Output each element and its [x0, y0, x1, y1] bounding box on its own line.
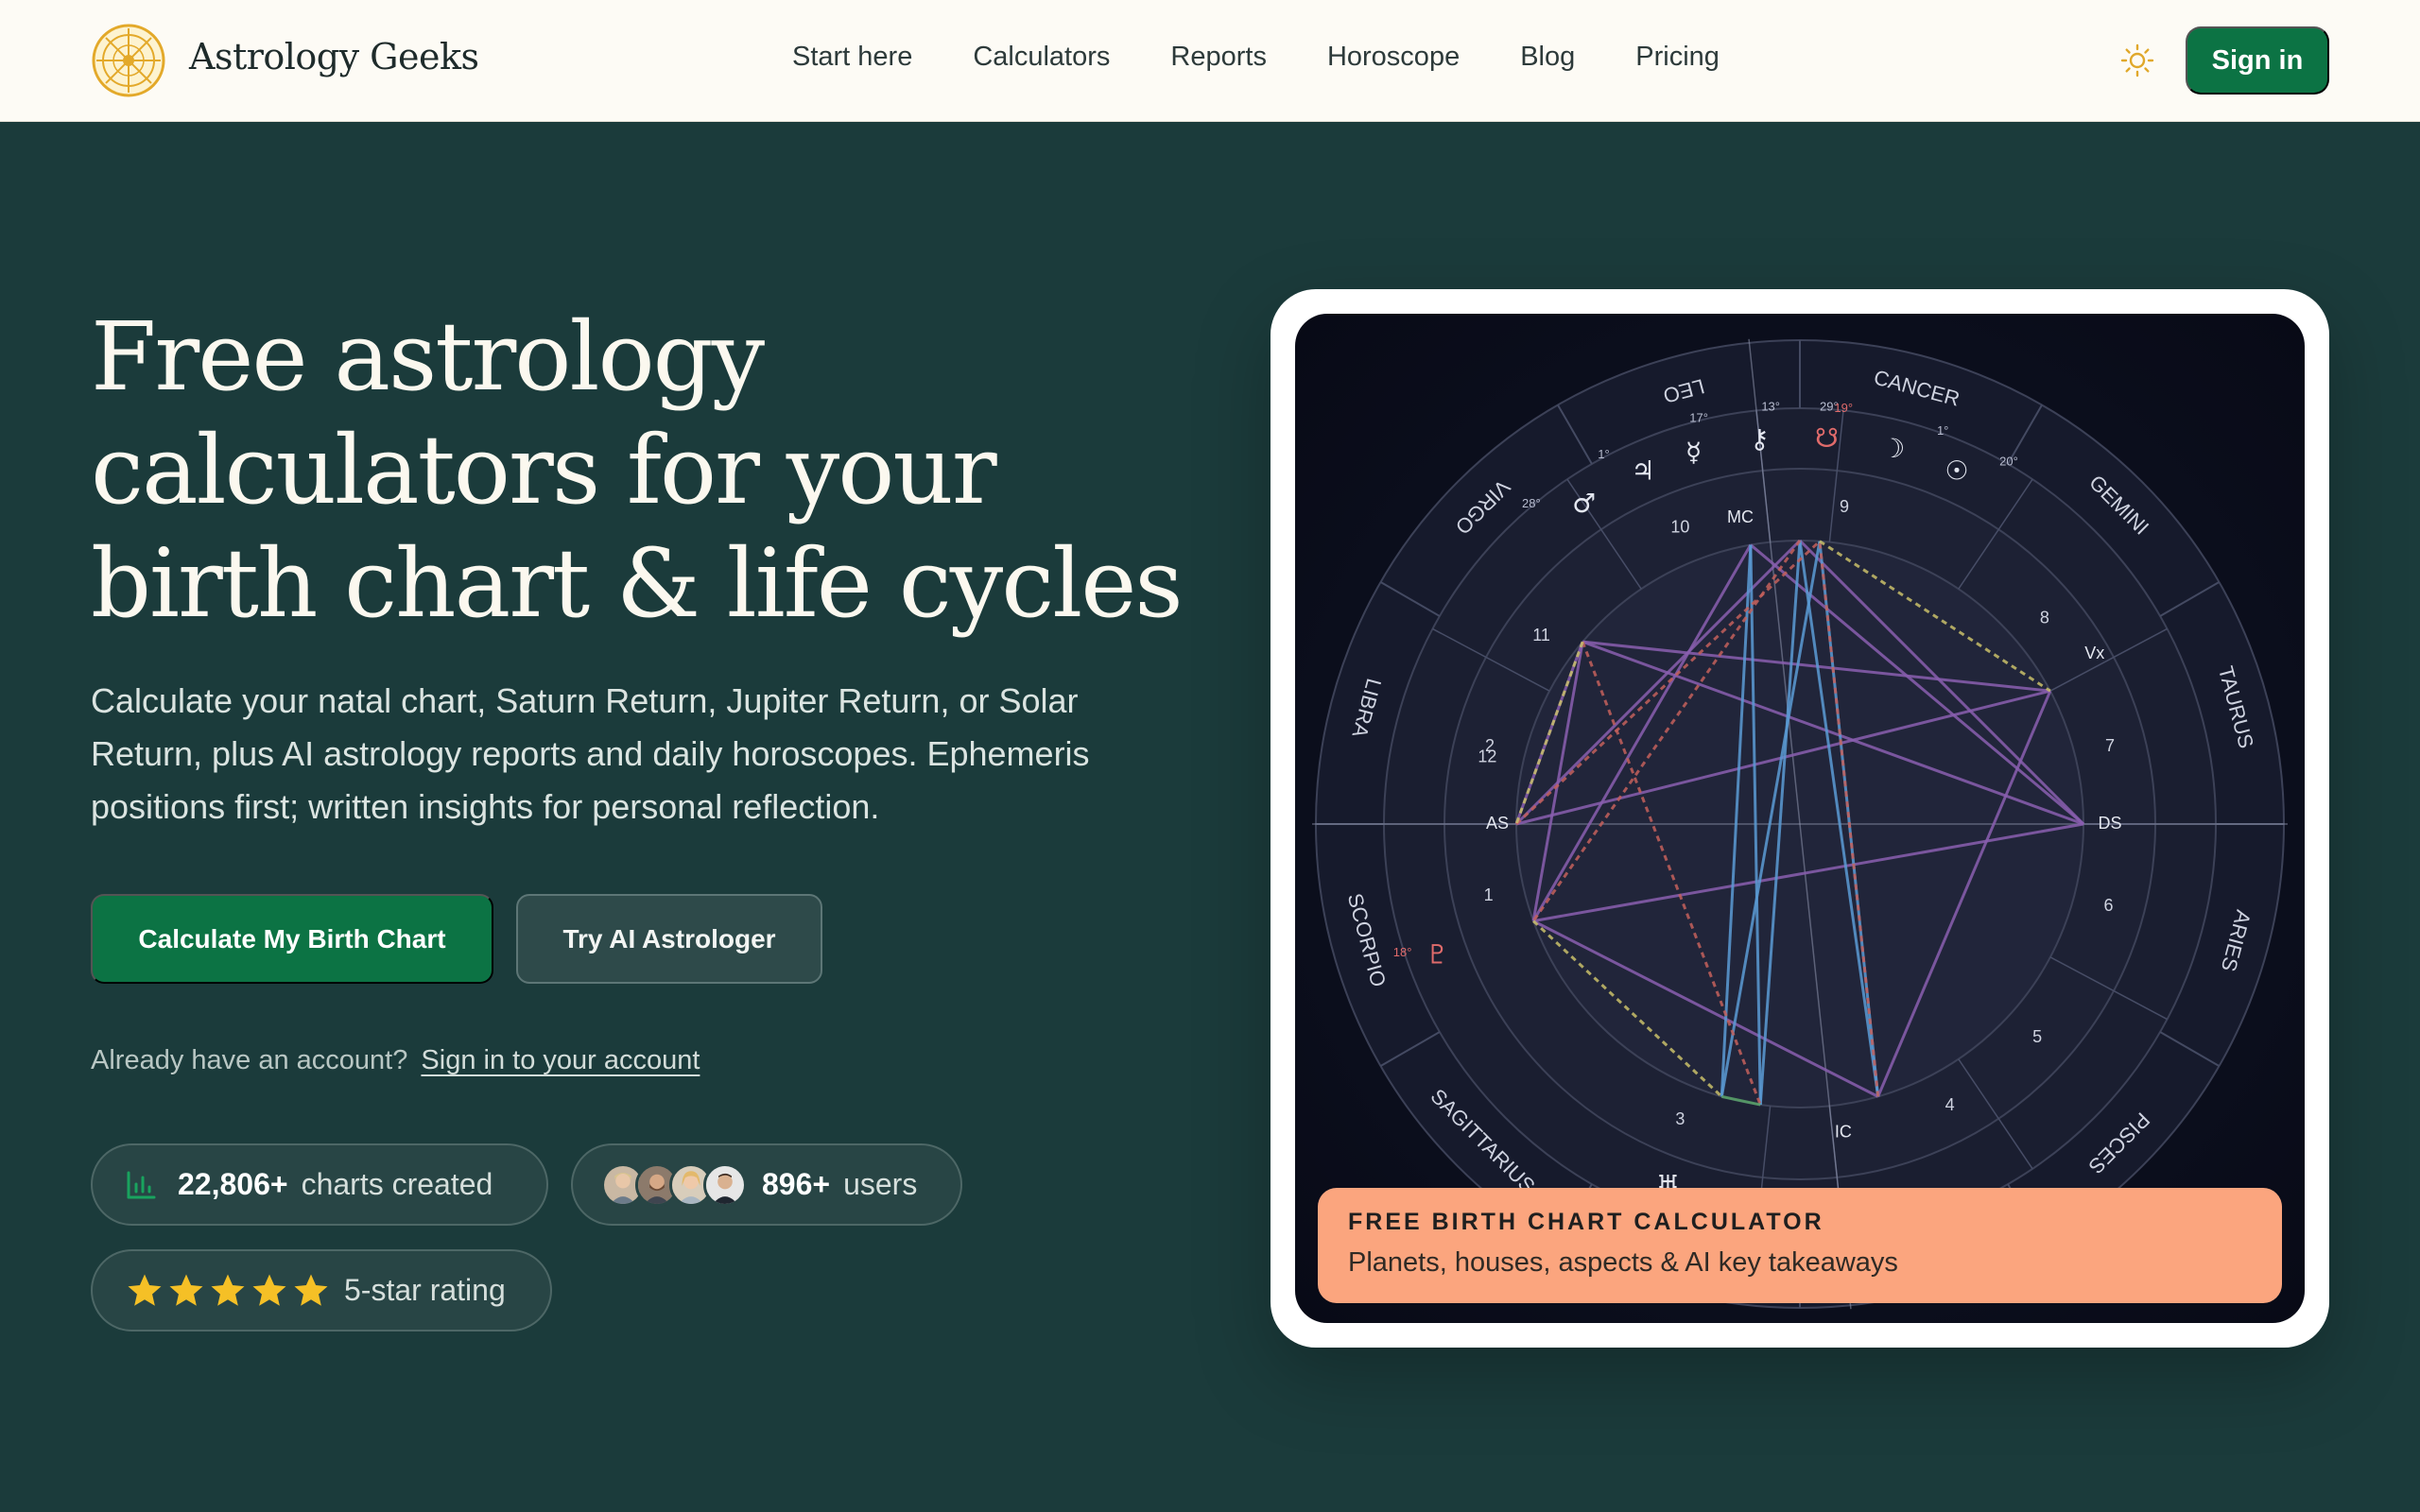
brand-name[interactable]: Astrology Geeks: [189, 36, 479, 77]
degree-label: 18°: [1393, 945, 1412, 959]
star-icon: [211, 1274, 245, 1306]
chart-preview-panel: LEO CANCER GEMINI TAURUS ARIES PISCES SAGITTAR…: [1295, 314, 2305, 1323]
nav-link-pricing[interactable]: Pricing: [1635, 42, 1720, 73]
degree-label: 1°: [1937, 423, 1948, 438]
nav-link-horoscope[interactable]: Horoscope: [1327, 42, 1460, 73]
charts-label: charts created: [301, 1167, 493, 1201]
banner-subtitle: Planets, houses, aspects & AI key takeaw…: [1348, 1247, 1898, 1278]
star-rating: [125, 1271, 331, 1311]
sign-in-button[interactable]: Sign in: [2186, 26, 2329, 94]
hero-title: Free astrology calculators for your birt…: [91, 301, 1184, 639]
astrology-geeks-logo-icon[interactable]: [91, 23, 166, 98]
degree-label: 13°: [1761, 400, 1780, 414]
planet-glyph: ♂: [1572, 488, 1596, 519]
users-stat: 896+ users: [571, 1143, 962, 1226]
star-icon: [169, 1274, 203, 1306]
planet-glyph: ☿: [1685, 437, 1702, 468]
degree-label: 28°: [1522, 496, 1541, 510]
house-number: 1: [1484, 885, 1494, 904]
nav-link-reports[interactable]: Reports: [1170, 42, 1267, 73]
nav-link-calculators[interactable]: Calculators: [973, 42, 1110, 73]
account-prompt-text: Already have an account?: [91, 1045, 408, 1075]
bar-chart-icon: [127, 1171, 156, 1198]
account-prompt-line: Already have an account? Sign in to your…: [91, 1045, 700, 1076]
rating-stat: 5-star rating: [91, 1249, 552, 1332]
planet-glyph: ☽: [1881, 433, 1905, 464]
degree-label: 1°: [1598, 447, 1609, 461]
try-ai-astrologer-button[interactable]: Try AI Astrologer: [516, 894, 822, 984]
house-number: 8: [2040, 608, 2049, 627]
house-number: 7: [2105, 736, 2115, 755]
main-nav: Start here Calculators Reports Horoscope…: [792, 42, 1720, 73]
angle-label: MC: [1727, 507, 1754, 526]
top-nav: Astrology Geeks Start here Calculators R…: [0, 0, 2420, 122]
house-number: 6: [2103, 896, 2113, 915]
planet-glyph: ☉: [1945, 455, 1968, 486]
sign-in-account-link[interactable]: Sign in to your account: [421, 1045, 700, 1075]
degree-label: 20°: [1999, 455, 2018, 469]
house-number: 12: [1478, 747, 1496, 765]
user-avatars: [601, 1162, 747, 1207]
charts-count: 22,806+: [178, 1167, 288, 1201]
nav-link-blog[interactable]: Blog: [1520, 42, 1575, 73]
rating-label: 5-star rating: [344, 1273, 506, 1307]
house-number: 3: [1675, 1109, 1685, 1128]
house-number: 11: [1532, 626, 1550, 644]
house-number: 4: [1945, 1095, 1955, 1114]
planet-glyph: ☋: [1815, 422, 1839, 454]
planet-glyph: ♃: [1631, 455, 1654, 486]
angle-label: AS: [1486, 814, 1509, 833]
planet-glyph: ♇: [1426, 939, 1449, 971]
banner-title: FREE BIRTH CHART CALCULATOR: [1348, 1209, 1824, 1235]
hero-subtitle: Calculate your natal chart, Saturn Retur…: [91, 681, 1090, 826]
sun-icon[interactable]: [2120, 43, 2154, 77]
users-count: 896+: [762, 1167, 831, 1201]
chart-banner[interactable]: FREE BIRTH CHART CALCULATOR Planets, hou…: [1318, 1188, 2282, 1303]
degree-label: 17°: [1689, 411, 1708, 425]
users-label: users: [843, 1167, 918, 1201]
calculate-birth-chart-button[interactable]: Calculate My Birth Chart: [91, 894, 493, 984]
house-number: 9: [1840, 497, 1849, 516]
angle-label: Vx: [2084, 644, 2104, 662]
star-icon: [294, 1274, 328, 1306]
angle-label: IC: [1835, 1123, 1852, 1142]
star-icon: [128, 1274, 162, 1306]
natal-chart-wheel: LEO CANCERGEMINITAURUSARIESPISCESSAGITTAR…: [1312, 338, 2288, 1310]
nav-link-start-here[interactable]: Start here: [792, 42, 912, 73]
avatar: [703, 1162, 747, 1207]
star-icon: [252, 1274, 286, 1306]
birth-chart-preview-card[interactable]: LEO CANCER GEMINI TAURUS ARIES PISCES SAGITTAR…: [1270, 289, 2329, 1348]
degree-label: 19°: [1834, 401, 1853, 415]
charts-created-stat: 22,806+ charts created: [91, 1143, 548, 1226]
planet-glyph: ⚷: [1750, 423, 1770, 455]
angle-label: DS: [2098, 814, 2121, 833]
house-number: 5: [2032, 1027, 2042, 1046]
house-number: 10: [1670, 517, 1689, 536]
